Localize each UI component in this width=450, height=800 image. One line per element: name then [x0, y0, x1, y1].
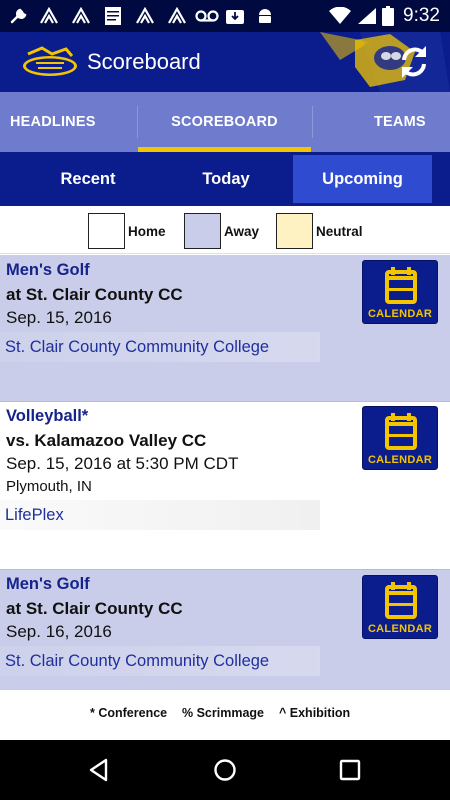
event-card[interactable]: Men's Golf at St. Clair County CC Sep. 1…: [0, 570, 450, 690]
tab-label: TEAMS: [374, 114, 426, 130]
wifi-icon: [328, 6, 352, 26]
status-time: 9:32: [403, 5, 440, 26]
filter-upcoming[interactable]: Upcoming: [293, 155, 432, 203]
filter-tab-bar: Recent Today Upcoming: [0, 152, 450, 206]
recents-icon[interactable]: [335, 755, 365, 785]
android-icon: [254, 6, 276, 26]
filter-label: Today: [202, 169, 250, 188]
page-title: Scoreboard: [87, 49, 201, 74]
add-to-calendar-button[interactable]: CALENDAR: [362, 260, 438, 324]
app-icon: [38, 6, 60, 26]
app-icon: [134, 6, 156, 26]
event-venue-link[interactable]: LifePlex: [0, 500, 320, 530]
event-venue-link[interactable]: St. Clair County Community College: [0, 332, 320, 362]
tab-headlines[interactable]: HEADLINES: [10, 92, 136, 152]
add-to-calendar-button[interactable]: CALENDAR: [362, 406, 438, 470]
battery-icon: [380, 6, 396, 26]
event-city: Plymouth, IN: [6, 478, 92, 495]
event-card[interactable]: Volleyball* vs. Kalamazoo Valley CC Sep.…: [0, 402, 450, 570]
event-date: Sep. 16, 2016: [6, 622, 112, 641]
footnote-exhibition: ^ Exhibition: [279, 706, 351, 720]
home-swatch: [88, 213, 125, 249]
away-legend-label: Away: [224, 224, 260, 239]
refresh-icon[interactable]: [396, 44, 432, 80]
app-icon: [166, 6, 188, 26]
download-icon: [224, 6, 246, 26]
event-date: Sep. 15, 2016: [6, 308, 112, 327]
event-card[interactable]: Men's Golf at St. Clair County CC Sep. 1…: [0, 255, 450, 402]
calendar-label: CALENDAR: [367, 623, 433, 635]
location-legend: Home Away Neutral: [0, 206, 450, 254]
tab-scoreboard[interactable]: SCOREBOARD: [138, 92, 311, 152]
tab-label: SCOREBOARD: [171, 114, 278, 130]
away-swatch: [184, 213, 221, 249]
footnote-conference: * Conference: [90, 706, 168, 720]
filter-label: Upcoming: [322, 169, 403, 188]
signal-icon: [356, 6, 378, 26]
footnote-legend: * Conference % Scrimmage ^ Exhibition: [0, 690, 450, 736]
calendar-label: CALENDAR: [367, 308, 433, 320]
add-to-calendar-button[interactable]: CALENDAR: [362, 575, 438, 639]
top-tab-bar: HEADLINES SCOREBOARD TEAMS: [0, 92, 450, 152]
tab-teams[interactable]: TEAMS: [374, 92, 450, 152]
voicemail-icon: [194, 6, 220, 26]
home-legend-label: Home: [128, 224, 166, 239]
event-opponent: at St. Clair County CC: [6, 285, 183, 304]
system-nav-bar: [0, 740, 450, 800]
calendar-label: CALENDAR: [367, 454, 433, 466]
event-venue-link[interactable]: St. Clair County Community College: [0, 646, 320, 676]
news-icon: [102, 6, 124, 26]
neutral-swatch: [276, 213, 313, 249]
ancilla-logo: [23, 46, 77, 76]
filter-label: Recent: [60, 169, 116, 188]
app-bar: Scoreboard: [0, 32, 450, 92]
wrench-icon: [8, 6, 30, 26]
calendar-icon: [385, 582, 417, 619]
event-sport: Men's Golf: [6, 261, 90, 279]
filter-recent[interactable]: Recent: [18, 155, 158, 203]
event-opponent: at St. Clair County CC: [6, 599, 183, 618]
event-sport: Men's Golf: [6, 575, 90, 593]
footnote-scrimmage: % Scrimmage: [182, 706, 264, 720]
event-opponent: vs. Kalamazoo Valley CC: [6, 431, 207, 450]
calendar-icon: [385, 413, 417, 450]
app-icon: [70, 6, 92, 26]
tab-label: HEADLINES: [10, 114, 96, 130]
filter-today[interactable]: Today: [156, 155, 296, 203]
event-sport: Volleyball*: [6, 407, 89, 425]
status-bar: 9:32: [0, 0, 450, 32]
home-icon[interactable]: [210, 755, 240, 785]
neutral-legend-label: Neutral: [316, 224, 363, 239]
back-icon[interactable]: [84, 755, 114, 785]
event-date: Sep. 15, 2016 at 5:30 PM CDT: [6, 454, 239, 473]
calendar-icon: [385, 267, 417, 304]
tab-divider: [312, 106, 313, 138]
